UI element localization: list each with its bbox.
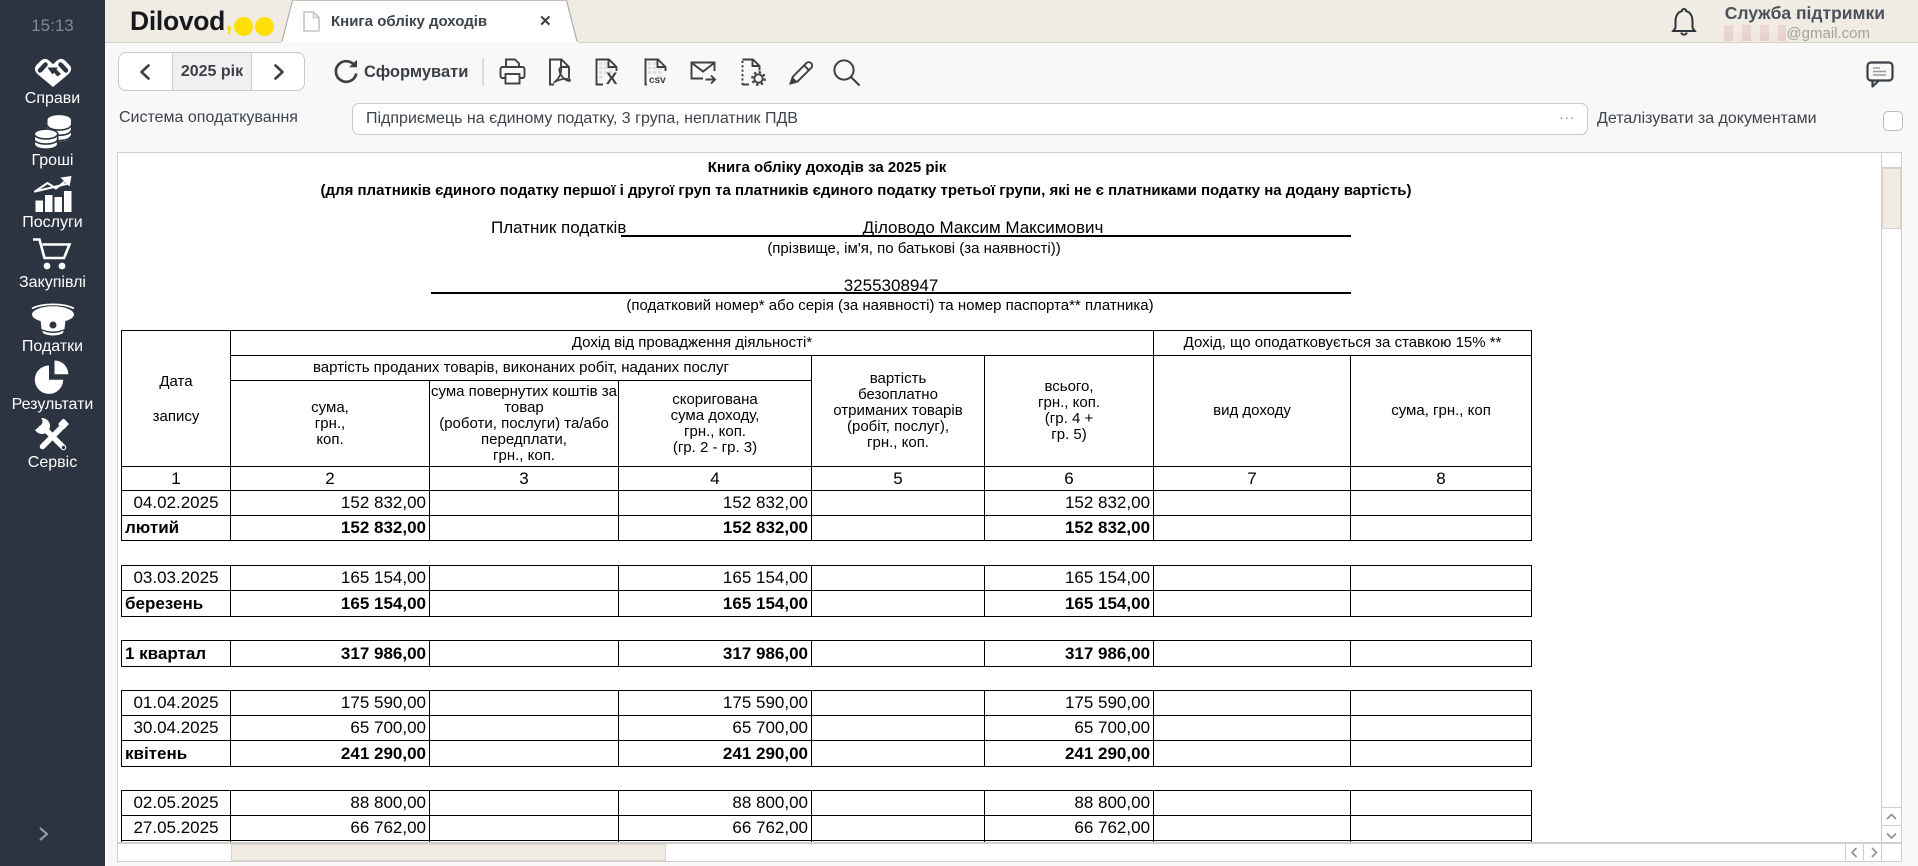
svg-text:csv: csv xyxy=(649,75,666,86)
svg-text:X: X xyxy=(606,69,618,86)
